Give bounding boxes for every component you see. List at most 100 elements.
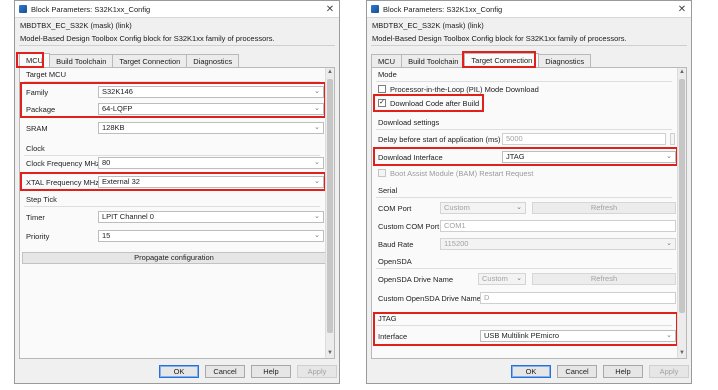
- opensda-refresh-button[interactable]: Refresh: [532, 273, 676, 285]
- opensda-drive-label: OpenSDA Drive Name: [378, 275, 454, 284]
- pil-mode-checkbox[interactable]: [378, 85, 386, 93]
- xtal-frequency-value: External 32: [102, 177, 140, 186]
- chevron-down-icon: ⌄: [314, 105, 320, 112]
- family-select[interactable]: S32K146 ⌄: [98, 86, 324, 98]
- group-title-opensda: OpenSDA: [378, 257, 412, 266]
- group-divider: [24, 206, 320, 207]
- clock-frequency-select[interactable]: 80 ⌄: [98, 157, 324, 169]
- delay-spinner[interactable]: [670, 133, 675, 145]
- scroll-down-icon[interactable]: ▼: [326, 349, 334, 358]
- group-divider: [376, 129, 672, 130]
- opensda-drive-select[interactable]: Custom ⌄: [478, 273, 526, 285]
- close-icon[interactable]: ✕: [673, 4, 691, 15]
- package-select[interactable]: 64-LQFP ⌄: [98, 103, 324, 115]
- chevron-down-icon: ⌄: [666, 240, 672, 247]
- bam-restart-checkbox[interactable]: [378, 169, 386, 177]
- priority-value: 15: [102, 231, 111, 240]
- delay-input[interactable]: 5000: [502, 133, 666, 145]
- block-description: Model-Based Design Toolbox Config block …: [372, 34, 627, 43]
- tab-mcu[interactable]: MCU: [19, 53, 51, 67]
- propagate-configuration-button[interactable]: Propagate configuration: [22, 252, 326, 264]
- tab-content-mcu: Target MCU Family S32K146 ⌄ Package 64-L…: [19, 67, 335, 359]
- xtal-frequency-select[interactable]: External 32 ⌄: [98, 176, 324, 188]
- com-port-value: Custom: [444, 203, 470, 212]
- tab-build-toolchain[interactable]: Build Toolchain: [49, 54, 114, 67]
- group-divider: [24, 81, 320, 82]
- scroll-thumb[interactable]: [679, 79, 685, 313]
- priority-label: Priority: [26, 232, 50, 241]
- group-title-step-tick: Step Tick: [26, 195, 57, 204]
- apply-button[interactable]: Apply: [649, 365, 689, 378]
- download-after-build-checkbox[interactable]: ✓: [378, 99, 386, 107]
- block-name: MBDTBX_EC_S32K (mask) (link): [372, 21, 484, 30]
- ok-button[interactable]: OK: [159, 365, 199, 378]
- apply-button[interactable]: Apply: [297, 365, 337, 378]
- com-port-label: COM Port: [378, 204, 412, 213]
- com-port-refresh-button[interactable]: Refresh: [532, 202, 676, 214]
- matlab-block-icon: [19, 5, 27, 13]
- download-after-build-label: Download Code after Build: [390, 99, 480, 108]
- sram-select[interactable]: 128KB ⌄: [98, 122, 324, 134]
- tab-diagnostics[interactable]: Diagnostics: [186, 54, 240, 67]
- block-name: MBDTBX_EC_S32K (mask) (link): [20, 21, 132, 30]
- group-title-mode: Mode: [378, 70, 397, 79]
- chevron-down-icon: ⌄: [314, 178, 320, 185]
- cancel-button[interactable]: Cancel: [205, 365, 245, 378]
- cancel-button[interactable]: Cancel: [557, 365, 597, 378]
- download-interface-select[interactable]: JTAG ⌄: [502, 151, 676, 163]
- chevron-down-icon: ⌄: [666, 332, 672, 339]
- jtag-interface-value: USB Multilink PEmicro: [484, 331, 560, 340]
- group-title-download-settings: Download settings: [378, 118, 440, 127]
- com-port-select[interactable]: Custom ⌄: [440, 202, 526, 214]
- window-title: Block Parameters: S32K1xx_Config: [31, 4, 151, 14]
- scroll-thumb[interactable]: [327, 79, 333, 333]
- delay-label: Delay before start of application (ms): [378, 135, 501, 144]
- chevron-down-icon: ⌄: [314, 124, 320, 131]
- chevron-down-icon: ⌄: [516, 275, 522, 282]
- download-interface-label: Download Interface: [378, 153, 443, 162]
- baud-rate-select[interactable]: 115200 ⌄: [440, 238, 676, 250]
- timer-value: LPIT Channel 0: [102, 212, 154, 221]
- pil-mode-label: Processor-in-the-Loop (PIL) Mode Downloa…: [390, 85, 539, 94]
- scroll-up-icon[interactable]: ▲: [326, 68, 334, 77]
- priority-select[interactable]: 15 ⌄: [98, 230, 324, 242]
- ok-button[interactable]: OK: [511, 365, 551, 378]
- chevron-down-icon: ⌄: [314, 159, 320, 166]
- custom-opensda-drive-input[interactable]: D: [480, 292, 676, 304]
- tab-target-connection[interactable]: Target Connection: [112, 54, 188, 67]
- chevron-down-icon: ⌄: [314, 213, 320, 220]
- group-divider: [376, 325, 672, 326]
- timer-select[interactable]: LPIT Channel 0 ⌄: [98, 211, 324, 223]
- timer-label: Timer: [26, 213, 45, 222]
- package-label: Package: [26, 105, 56, 114]
- matlab-block-icon: [371, 5, 379, 13]
- scroll-down-icon[interactable]: ▼: [678, 349, 686, 358]
- custom-com-port-input[interactable]: COM1: [440, 220, 676, 232]
- clock-frequency-label: Clock Frequency MHz: [26, 159, 100, 168]
- close-icon[interactable]: ✕: [321, 4, 339, 15]
- tab-bar: MCU Build Toolchain Target Connection Di…: [371, 53, 687, 67]
- group-title-serial: Serial: [378, 186, 398, 195]
- jtag-interface-select[interactable]: USB Multilink PEmicro ⌄: [480, 330, 676, 342]
- custom-com-port-label: Custom COM Port: [378, 222, 440, 231]
- tab-diagnostics[interactable]: Diagnostics: [538, 54, 592, 67]
- tab-target-connection[interactable]: Target Connection: [464, 53, 540, 67]
- tab-mcu[interactable]: MCU: [371, 54, 403, 67]
- chevron-down-icon: ⌄: [314, 88, 320, 95]
- sram-label: SRAM: [26, 124, 48, 133]
- group-title-target-mcu: Target MCU: [26, 70, 67, 79]
- window-title: Block Parameters: S32K1xx_Config: [383, 4, 503, 14]
- chevron-down-icon: ⌄: [516, 204, 522, 211]
- block-description: Model-Based Design Toolbox Config block …: [20, 34, 275, 43]
- bam-restart-label: Boot Assist Module (BAM) Restart Request: [390, 169, 534, 178]
- vertical-scrollbar[interactable]: ▲ ▼: [677, 68, 686, 358]
- group-title-clock: Clock: [26, 144, 45, 153]
- help-button[interactable]: Help: [251, 365, 291, 378]
- vertical-scrollbar[interactable]: ▲ ▼: [325, 68, 334, 358]
- tab-build-toolchain[interactable]: Build Toolchain: [401, 54, 466, 67]
- download-interface-value: JTAG: [506, 152, 525, 161]
- title-bar: Block Parameters: S32K1xx_Config ✕: [367, 1, 691, 18]
- scroll-up-icon[interactable]: ▲: [678, 68, 686, 77]
- custom-opensda-drive-label: Custom OpenSDA Drive Name: [378, 294, 481, 303]
- help-button[interactable]: Help: [603, 365, 643, 378]
